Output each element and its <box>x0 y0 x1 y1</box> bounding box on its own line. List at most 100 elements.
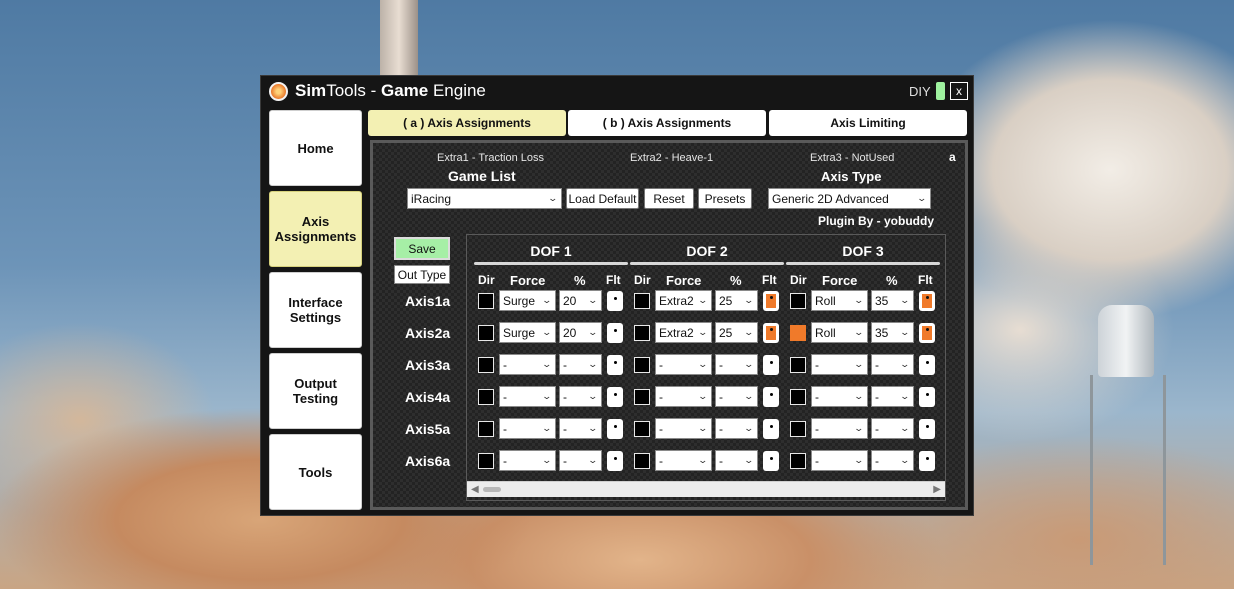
dof3-dir-checkbox[interactable] <box>790 325 806 341</box>
save-button[interactable]: Save <box>394 237 450 260</box>
dof1-percent-dropdown[interactable]: - ⌄ <box>559 386 602 407</box>
dof1-percent-dropdown[interactable]: 20 ⌄ <box>559 290 602 311</box>
dof2-flt-header: Flt <box>762 273 777 287</box>
dof1-filter-toggle[interactable] <box>607 387 623 407</box>
scroll-left-arrow-icon[interactable]: ◀ <box>471 484 479 495</box>
dof2-percent-dropdown[interactable]: - ⌄ <box>715 450 758 471</box>
dof3-filter-toggle[interactable] <box>919 291 935 311</box>
dof3-filter-toggle[interactable] <box>919 451 935 471</box>
dof1-filter-toggle[interactable] <box>607 323 623 343</box>
nav-output-testing-button[interactable]: Output Testing <box>269 353 362 429</box>
filter-dot-icon <box>925 392 929 396</box>
dof2-dir-checkbox[interactable] <box>634 357 650 373</box>
filter-dot-icon <box>613 328 617 332</box>
dof3-dir-checkbox[interactable] <box>790 357 806 373</box>
dof3-dir-checkbox[interactable] <box>790 293 806 309</box>
dof2-force-dropdown[interactable]: - ⌄ <box>655 450 712 471</box>
dof1-force-dropdown[interactable]: - ⌄ <box>499 418 556 439</box>
dof3-force-dropdown[interactable]: - ⌄ <box>811 386 868 407</box>
tab-axis-limiting[interactable]: Axis Limiting <box>769 110 967 136</box>
dof1-filter-toggle[interactable] <box>607 291 623 311</box>
load-default-button[interactable]: Load Default <box>566 188 639 209</box>
dof1-divider <box>474 262 628 265</box>
dof2-dir-checkbox[interactable] <box>634 389 650 405</box>
dof2-dir-checkbox[interactable] <box>634 421 650 437</box>
dof1-percent-dropdown[interactable]: - ⌄ <box>559 418 602 439</box>
scroll-thumb[interactable] <box>483 487 501 492</box>
dof1-dir-checkbox[interactable] <box>478 421 494 437</box>
nav-axis-assignments-button[interactable]: Axis Assignments <box>269 191 362 267</box>
dof1-force-header: Force <box>510 273 546 288</box>
dof3-filter-toggle[interactable] <box>919 387 935 407</box>
dof1-filter-toggle[interactable] <box>607 451 623 471</box>
dof2-filter-toggle[interactable] <box>763 323 779 343</box>
dof3-force-dropdown[interactable]: Roll ⌄ <box>811 322 868 343</box>
dof1-percent-dropdown[interactable]: - ⌄ <box>559 354 602 375</box>
dof1-dir-checkbox[interactable] <box>478 389 494 405</box>
out-type-button[interactable]: Out Type <box>394 265 450 284</box>
dof1-percent-dropdown[interactable]: - ⌄ <box>559 450 602 471</box>
dof3-percent-dropdown[interactable]: - ⌄ <box>871 450 914 471</box>
close-button[interactable]: x <box>950 82 968 100</box>
dof2-filter-toggle[interactable] <box>763 355 779 375</box>
dof1-force-dropdown[interactable]: Surge ⌄ <box>499 322 556 343</box>
dof1-dir-checkbox[interactable] <box>478 357 494 373</box>
dof3-percent-dropdown[interactable]: - ⌄ <box>871 354 914 375</box>
dof3-filter-toggle[interactable] <box>919 355 935 375</box>
dof2-force-dropdown[interactable]: - ⌄ <box>655 386 712 407</box>
tab-axis-assignments-b[interactable]: ( b ) Axis Assignments <box>568 110 766 136</box>
dof3-filter-toggle[interactable] <box>919 323 935 343</box>
dof2-percent-dropdown[interactable]: 25 ⌄ <box>715 322 758 343</box>
dof3-percent-dropdown[interactable]: 35 ⌄ <box>871 322 914 343</box>
dof1-force-dropdown[interactable]: - ⌄ <box>499 386 556 407</box>
dof2-filter-toggle[interactable] <box>763 291 779 311</box>
dof2-dir-checkbox[interactable] <box>634 293 650 309</box>
dof2-force-dropdown[interactable]: Extra2 ⌄ <box>655 290 712 311</box>
dof2-force-dropdown[interactable]: - ⌄ <box>655 354 712 375</box>
dof3-force-dropdown[interactable]: - ⌄ <box>811 418 868 439</box>
dof1-force-dropdown[interactable]: - ⌄ <box>499 450 556 471</box>
dof1-force-dropdown[interactable]: - ⌄ <box>499 354 556 375</box>
dof2-filter-toggle[interactable] <box>763 419 779 439</box>
nav-tools-button[interactable]: Tools <box>269 434 362 510</box>
horizontal-scrollbar[interactable]: ◀ ▶ <box>467 481 945 497</box>
dof3-filter-toggle[interactable] <box>919 419 935 439</box>
game-list-dropdown[interactable]: iRacing ⌄ <box>407 188 562 209</box>
dof2-percent-dropdown[interactable]: 25 ⌄ <box>715 290 758 311</box>
dof3-force-dropdown[interactable]: - ⌄ <box>811 354 868 375</box>
axis-type-dropdown[interactable]: Generic 2D Advanced ⌄ <box>768 188 931 209</box>
dof3-percent-dropdown[interactable]: - ⌄ <box>871 418 914 439</box>
dof2-dir-checkbox[interactable] <box>634 453 650 469</box>
dof2-dir-checkbox[interactable] <box>634 325 650 341</box>
dof2-filter-toggle[interactable] <box>763 451 779 471</box>
dof1-force-dropdown[interactable]: Surge ⌄ <box>499 290 556 311</box>
dof3-dir-checkbox[interactable] <box>790 421 806 437</box>
tab-axis-assignments-a[interactable]: ( a ) Axis Assignments <box>368 110 566 136</box>
dof3-dir-checkbox[interactable] <box>790 389 806 405</box>
nav-home-button[interactable]: Home <box>269 110 362 186</box>
dof3-force-dropdown[interactable]: - ⌄ <box>811 450 868 471</box>
dof3-force-dropdown[interactable]: Roll ⌄ <box>811 290 868 311</box>
percent-value: - <box>563 389 567 404</box>
dof2-percent-dropdown[interactable]: - ⌄ <box>715 418 758 439</box>
title-bar[interactable]: SimTools - Game Engine DIY x <box>261 76 973 106</box>
dof2-percent-dropdown[interactable]: - ⌄ <box>715 354 758 375</box>
diy-label: DIY <box>909 84 931 99</box>
dof1-dir-checkbox[interactable] <box>478 453 494 469</box>
dof1-filter-toggle[interactable] <box>607 355 623 375</box>
dof2-percent-dropdown[interactable]: - ⌄ <box>715 386 758 407</box>
presets-button[interactable]: Presets <box>698 188 752 209</box>
dof2-force-dropdown[interactable]: - ⌄ <box>655 418 712 439</box>
dof2-filter-toggle[interactable] <box>763 387 779 407</box>
dof3-percent-dropdown[interactable]: 35 ⌄ <box>871 290 914 311</box>
dof3-dir-checkbox[interactable] <box>790 453 806 469</box>
dof1-dir-checkbox[interactable] <box>478 325 494 341</box>
reset-button[interactable]: Reset <box>644 188 694 209</box>
dof1-percent-dropdown[interactable]: 20 ⌄ <box>559 322 602 343</box>
scroll-right-arrow-icon[interactable]: ▶ <box>933 484 941 495</box>
dof2-force-dropdown[interactable]: Extra2 ⌄ <box>655 322 712 343</box>
dof1-filter-toggle[interactable] <box>607 419 623 439</box>
dof1-dir-checkbox[interactable] <box>478 293 494 309</box>
nav-interface-settings-button[interactable]: Interface Settings <box>269 272 362 348</box>
dof3-percent-dropdown[interactable]: - ⌄ <box>871 386 914 407</box>
